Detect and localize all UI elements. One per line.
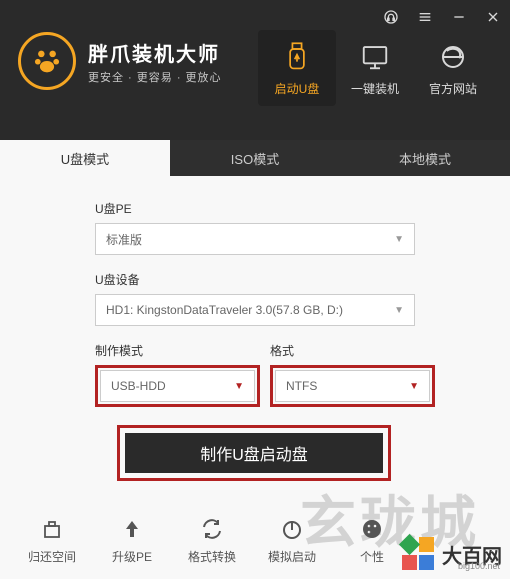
nav-label: 官方网站: [429, 80, 477, 97]
mode-select[interactable]: USB-HDD ▼: [100, 370, 255, 402]
nav-website[interactable]: 官方网站: [414, 30, 492, 106]
format-label: 格式: [270, 342, 435, 359]
usb-icon: [280, 40, 314, 74]
chevron-down-icon: ▼: [394, 234, 404, 245]
convert-icon: [199, 516, 225, 542]
nav-usb-boot[interactable]: 启动U盘: [258, 30, 336, 106]
monitor-icon: [358, 40, 392, 74]
tool-format-convert[interactable]: 格式转换: [172, 516, 252, 565]
upgrade-icon: [119, 516, 145, 542]
menu-icon[interactable]: [416, 8, 434, 26]
brand-title: 胖爪装机大师: [88, 38, 222, 67]
ie-icon: [436, 40, 470, 74]
power-icon: [279, 516, 305, 542]
tab-local-mode[interactable]: 本地模式: [340, 140, 510, 176]
make-usb-button[interactable]: 制作U盘启动盘: [125, 433, 383, 473]
highlight-frame: USB-HDD ▼: [95, 365, 260, 407]
chevron-down-icon: ▼: [394, 305, 404, 316]
tab-usb-mode[interactable]: U盘模式: [0, 140, 170, 176]
tab-iso-mode[interactable]: ISO模式: [170, 140, 340, 176]
support-icon[interactable]: [382, 8, 400, 26]
pe-label: U盘PE: [95, 200, 450, 217]
close-icon[interactable]: [484, 8, 502, 26]
nav-oneclick[interactable]: 一键装机: [336, 30, 414, 106]
device-select[interactable]: HD1: KingstonDataTraveler 3.0(57.8 GB, D…: [95, 294, 415, 326]
tool-upgrade-pe[interactable]: 升级PE: [92, 516, 172, 565]
format-value: NTFS: [286, 379, 317, 393]
pe-value: 标准版: [106, 231, 142, 248]
restore-icon: [39, 516, 65, 542]
tool-personalize[interactable]: 个性: [332, 516, 412, 565]
highlight-frame: 制作U盘启动盘: [117, 425, 391, 481]
mode-value: USB-HDD: [111, 379, 166, 393]
mode-label: 制作模式: [95, 342, 260, 359]
device-label: U盘设备: [95, 271, 450, 288]
brand-subtitle: 更安全 · 更容易 · 更放心: [88, 69, 222, 85]
tool-sim-boot[interactable]: 模拟启动: [252, 516, 332, 565]
brand-logo: 胖爪装机大师 更安全 · 更容易 · 更放心: [18, 32, 222, 90]
chevron-down-icon: ▼: [409, 381, 419, 392]
highlight-frame: NTFS ▼: [270, 365, 435, 407]
minimize-icon[interactable]: [450, 8, 468, 26]
format-select[interactable]: NTFS ▼: [275, 370, 430, 402]
nav-label: 启动U盘: [275, 80, 320, 97]
palette-icon: [359, 516, 385, 542]
nav-label: 一键装机: [351, 80, 399, 97]
device-value: HD1: KingstonDataTraveler 3.0(57.8 GB, D…: [106, 303, 343, 317]
tool-restore-space[interactable]: 归还空间: [12, 516, 92, 565]
paw-icon: [18, 32, 76, 90]
pe-select[interactable]: 标准版 ▼: [95, 223, 415, 255]
chevron-down-icon: ▼: [234, 381, 244, 392]
